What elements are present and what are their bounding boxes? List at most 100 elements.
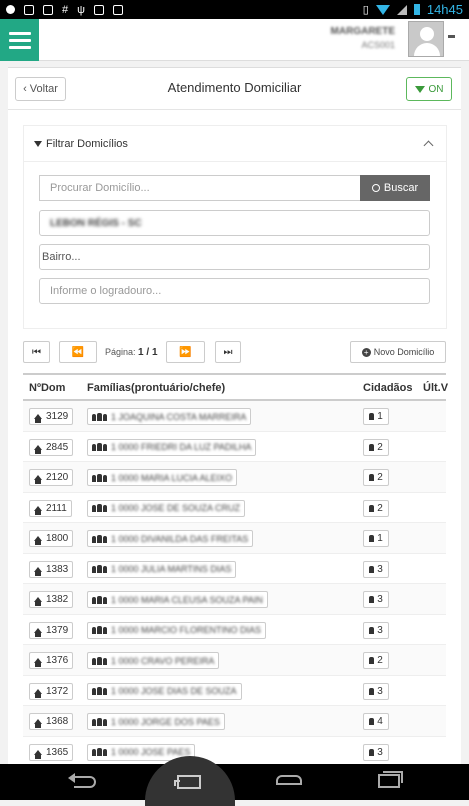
- family-button[interactable]: 1 0000 JULIA MARTINS DIAS: [87, 560, 237, 578]
- search-button[interactable]: Buscar: [360, 175, 430, 201]
- home-icon: [34, 566, 42, 576]
- filter-header[interactable]: Filtrar Domicílios: [24, 126, 446, 162]
- family-name: 1 0000 JORGE DOS PAES: [111, 716, 220, 727]
- citizens-button[interactable]: 2: [363, 499, 389, 517]
- citizens-button[interactable]: 4: [363, 713, 389, 730]
- user-icon: [369, 474, 375, 481]
- home-icon: [34, 658, 42, 667]
- recent-apps-icon[interactable]: [378, 771, 403, 788]
- citizens-count: 3: [377, 746, 383, 758]
- family-button[interactable]: 1 JOAQUINA COSTA MARREIRA: [87, 408, 252, 425]
- new-domicile-button[interactable]: + Novo Domicílio: [350, 341, 446, 363]
- col-dom: NºDom: [29, 382, 66, 394]
- citizens-button[interactable]: 2: [363, 652, 389, 669]
- citizens-button[interactable]: 2: [363, 438, 389, 456]
- domicile-number: 3129: [46, 411, 69, 422]
- family-name: 1 JOAQUINA COSTA MARREIRA: [111, 411, 247, 422]
- citizens-button[interactable]: 1: [363, 530, 389, 547]
- domicile-number-button[interactable]: 1365: [29, 743, 74, 761]
- family-button[interactable]: 1 0000 JORGE DOS PAES: [87, 713, 225, 730]
- fullscreen-nav-icon[interactable]: [174, 775, 201, 789]
- page-title: Atendimento Domiciliar: [167, 80, 302, 95]
- domicile-number-button[interactable]: 1383: [29, 560, 74, 578]
- filter-icon: [34, 140, 42, 147]
- family-button[interactable]: 1 0000 JOSE DE SOUZA CRUZ: [87, 499, 246, 517]
- table-row: 1383 1 0000 JULIA MARTINS DIAS 3: [23, 554, 446, 584]
- menu-button[interactable]: [0, 19, 39, 61]
- dropdown-icon[interactable]: [448, 35, 455, 38]
- domicile-number-button[interactable]: 1800: [29, 530, 74, 547]
- home-icon: [34, 475, 42, 484]
- domicile-number-button[interactable]: 2845: [29, 438, 74, 456]
- bairro-select[interactable]: Bairro...: [39, 244, 430, 270]
- domicile-number-button[interactable]: 1376: [29, 652, 74, 669]
- avatar[interactable]: [408, 21, 444, 57]
- notification-icon: [43, 4, 53, 15]
- domicile-number-button[interactable]: 1379: [29, 621, 74, 639]
- user-icon: [369, 535, 375, 542]
- domicile-number-button[interactable]: 1368: [29, 713, 74, 730]
- logradouro-input[interactable]: Informe o logradouro...: [39, 278, 430, 304]
- citizens-button[interactable]: 3: [363, 621, 389, 639]
- family-button[interactable]: 1 0000 MARIA CLEUSA SOUZA PAIN: [87, 591, 268, 608]
- family-button[interactable]: 1 0000 CRAVO PEREIRA: [87, 652, 220, 669]
- citizens-button[interactable]: 3: [363, 743, 389, 761]
- domicile-number-button[interactable]: 1382: [29, 591, 74, 608]
- citizens-button[interactable]: 1: [363, 408, 389, 425]
- table-row: 1379 1 0000 MARCIO FLORENTINO DIAS 3: [23, 615, 446, 645]
- home-icon: [34, 444, 42, 454]
- citizens-button[interactable]: 3: [363, 560, 389, 578]
- citizens-count: 4: [377, 716, 383, 727]
- users-icon: [92, 412, 107, 421]
- citizens-button[interactable]: 3: [363, 682, 389, 700]
- user-icon: [369, 718, 375, 725]
- back-nav-icon[interactable]: [68, 773, 96, 788]
- family-button[interactable]: 1 0000 MARCIO FLORENTINO DIAS: [87, 621, 267, 639]
- col-family: Famílias(prontuário/chefe): [87, 382, 226, 394]
- family-name: 1 0000 FRIEDRI DA LUZ PADILHA: [111, 442, 252, 452]
- family-button[interactable]: 1 0000 FRIEDRI DA LUZ PADILHA: [87, 438, 257, 456]
- first-page-button[interactable]: ⏮: [23, 341, 50, 363]
- citizens-count: 2: [377, 441, 383, 453]
- domicile-number: 1365: [46, 746, 69, 758]
- online-label: ON: [428, 83, 444, 95]
- unit-select[interactable]: LEBON RÉGIS - SC: [39, 210, 430, 236]
- search-row: Procurar Domicílio... Buscar: [39, 175, 430, 201]
- home-icon: [34, 688, 42, 698]
- next-page-button[interactable]: ⏩: [166, 341, 205, 363]
- table-body: 3129 1 JOAQUINA COSTA MARREIRA 1 2845 1 0000…: [23, 401, 446, 767]
- family-button[interactable]: 1 0000 MARIA LUCIA ALEIXO: [87, 469, 238, 486]
- last-page-button[interactable]: ⏭: [215, 341, 241, 363]
- domicile-number-button[interactable]: 3129: [29, 408, 74, 425]
- family-name: 1 0000 JULIA MARTINS DIAS: [111, 564, 232, 574]
- plus-icon: +: [361, 347, 371, 357]
- prev-page-button[interactable]: ⏪: [59, 341, 97, 363]
- image-icon: [24, 4, 34, 15]
- user-icon: [369, 565, 375, 573]
- table-row: 1800 1 0000 DIVANILDA DAS FREITAS 1: [23, 523, 446, 554]
- users-icon: [92, 504, 107, 512]
- domicile-number-button[interactable]: 2111: [29, 499, 72, 517]
- family-name: 1 0000 JOSE PAES: [111, 747, 191, 757]
- page-value: 1 / 1: [138, 347, 158, 358]
- domicile-number: 1368: [46, 716, 69, 727]
- home-icon: [34, 719, 42, 728]
- family-name: 1 0000 DIVANILDA DAS FREITAS: [111, 533, 249, 544]
- domicile-number: 1372: [46, 685, 69, 697]
- citizens-button[interactable]: 2: [363, 469, 389, 486]
- home-icon: [34, 597, 42, 606]
- domicile-number: 1376: [46, 655, 69, 666]
- search-input[interactable]: Procurar Domicílio...: [39, 175, 360, 201]
- family-name: 1 0000 JOSE DIAS DE SOUZA: [111, 686, 237, 696]
- chevron-up-icon[interactable]: [423, 140, 434, 151]
- domicile-number: 2111: [46, 502, 67, 514]
- online-toggle[interactable]: ON: [406, 77, 452, 101]
- domicile-number-button[interactable]: 1372: [29, 682, 74, 700]
- family-button[interactable]: 1 0000 JOSE DIAS DE SOUZA: [87, 682, 242, 700]
- domicile-number-button[interactable]: 2120: [29, 469, 74, 486]
- pagination: ⏮ ⏪ Página: 1 / 1 ⏩ ⏭ + Novo Domicílio: [23, 341, 446, 365]
- user-icon: [369, 748, 375, 756]
- citizens-button[interactable]: 3: [363, 591, 389, 608]
- home-nav-icon[interactable]: [276, 775, 302, 785]
- family-button[interactable]: 1 0000 DIVANILDA DAS FREITAS: [87, 530, 254, 547]
